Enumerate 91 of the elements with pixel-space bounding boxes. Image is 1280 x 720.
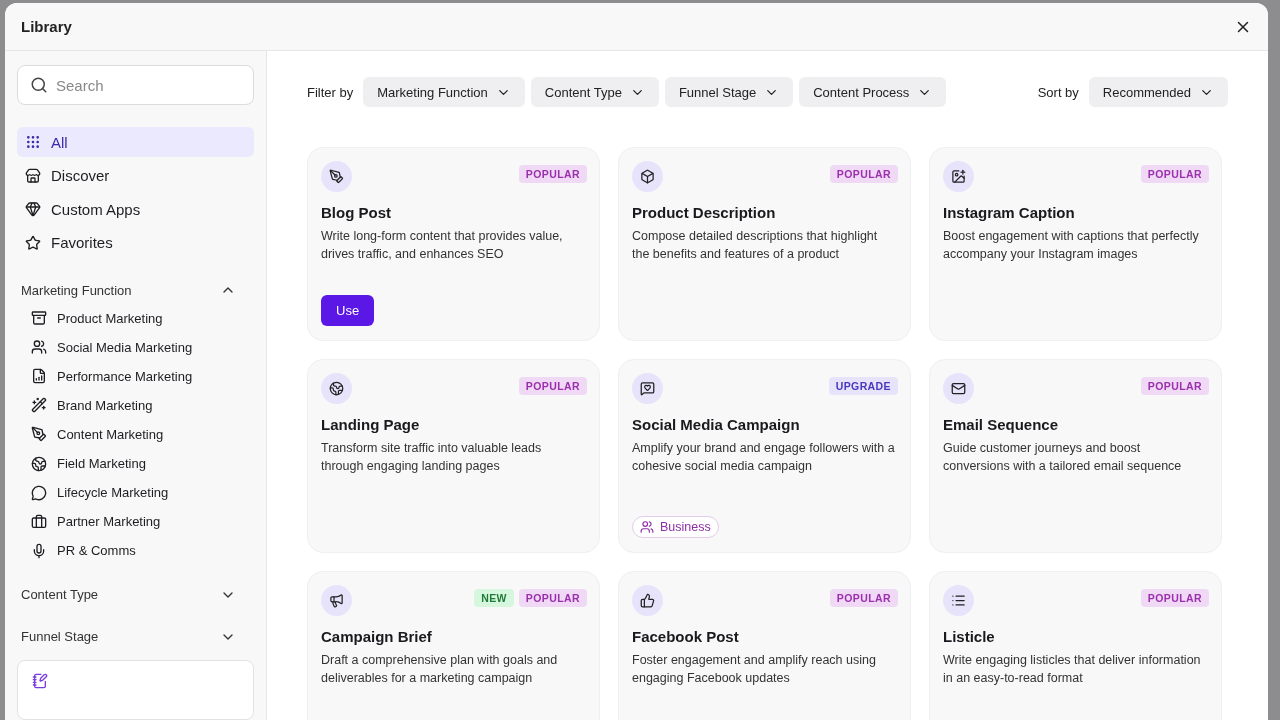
- wand-icon: [31, 397, 47, 414]
- template-card[interactable]: POPULAR Listicle Write engaging listicles that deliver information in an easy-to-read format: [929, 571, 1222, 720]
- search-field[interactable]: Search: [17, 65, 254, 105]
- users-icon: [640, 520, 654, 534]
- card-title: Facebook Post: [632, 628, 740, 645]
- status-badge: UPGRADE: [828, 377, 898, 395]
- template-card[interactable]: POPULAR Product Description Compose detailed descriptions that highlight the benefits and features of a product: [618, 147, 911, 341]
- card-description: Boost engagement with captions that perfectly accompany your Instagram images: [943, 228, 1200, 263]
- status-badge: POPULAR: [1140, 589, 1209, 607]
- sidebar-nav-item[interactable]: Custom Apps: [17, 194, 254, 225]
- card-description: Amplify your brand and engage followers with a cohesive social media campaign: [632, 440, 896, 475]
- status-badge: POPULAR: [518, 377, 587, 395]
- archive-icon: [31, 310, 47, 327]
- card-title: Email Sequence: [943, 416, 1060, 433]
- card-description: Guide customer journeys and boost conversions with a tailored email sequence: [943, 440, 1183, 475]
- filter-dropdown[interactable]: Marketing Function: [363, 77, 525, 107]
- section-header[interactable]: Funnel Stage: [17, 623, 254, 651]
- sidebar-item[interactable]: Content Marketing: [17, 419, 254, 450]
- notebook-icon: [32, 673, 48, 690]
- status-badge: NEW: [474, 589, 514, 607]
- gem-icon: [25, 201, 41, 218]
- card-title: Product Description: [632, 204, 777, 221]
- sidebar-item[interactable]: Performance Marketing: [17, 361, 254, 391]
- card-description: Draft a comprehensive plan with goals and deliverables for a marketing campaign: [321, 652, 559, 687]
- sort-label: Sort by: [1037, 84, 1079, 100]
- search-icon: [30, 76, 48, 94]
- users-icon: [31, 339, 47, 356]
- use-button[interactable]: Use: [321, 295, 375, 326]
- briefcase-icon: [31, 513, 47, 530]
- card-description: Compose detailed descriptions that highlight the benefits and features of a product: [632, 228, 879, 263]
- card-description: Write engaging listicles that deliver information in an easy-to-read format: [943, 652, 1202, 687]
- template-card[interactable]: POPULAR Facebook Post Foster engagement and amplify reach using engaging Facebook updates: [618, 571, 911, 720]
- sort-dropdown[interactable]: Recommended: [1088, 77, 1228, 107]
- mail-icon: [943, 373, 974, 404]
- sidebar-item[interactable]: Product Marketing: [17, 303, 254, 333]
- card-description: Foster engagement and amplify reach using engaging Facebook updates: [632, 652, 877, 687]
- card-description: Write long-form content that provides value, drives traffic, and enhances SEO: [321, 228, 564, 263]
- globe-icon: [321, 373, 352, 404]
- status-badge: POPULAR: [518, 589, 587, 607]
- chat-icon: [31, 484, 47, 501]
- filter-dropdown[interactable]: Content Process: [799, 77, 947, 107]
- megaphone-icon: [321, 585, 352, 616]
- section-title: Content Type: [21, 587, 99, 603]
- microphone-icon: [31, 542, 47, 559]
- template-card[interactable]: POPULAR Email Sequence Guide customer journeys and boost conversions with a tailored email sequence: [929, 359, 1222, 553]
- grid-icon: [25, 134, 41, 150]
- status-badge: POPULAR: [1140, 165, 1209, 183]
- card-title: Blog Post: [321, 204, 392, 221]
- card-title: Campaign Brief: [321, 628, 433, 645]
- chart-file-icon: [31, 368, 47, 385]
- pen-icon: [31, 426, 47, 443]
- template-card[interactable]: POPULAR Blog Post Write long-form content that provides value, drives traffic, and enhances SEO Use: [307, 147, 600, 341]
- sidebar-nav-item[interactable]: Discover: [17, 160, 254, 191]
- status-badge: POPULAR: [829, 589, 898, 607]
- sidebar-item[interactable]: Field Marketing: [17, 449, 254, 479]
- pen-icon: [321, 161, 352, 192]
- star-icon: [25, 234, 41, 251]
- card-title: Instagram Caption: [943, 204, 1076, 221]
- template-card[interactable]: NEW POPULAR Campaign Brief Draft a comprehensive plan with goals and deliverables for a marketing campaign: [307, 571, 600, 720]
- store-icon: [25, 167, 41, 184]
- template-card[interactable]: POPULAR Instagram Caption Boost engagement with captions that perfectly accompany your Instagram images: [929, 147, 1222, 341]
- box-icon: [632, 161, 663, 192]
- status-badge: POPULAR: [1140, 377, 1209, 395]
- sidebar-item[interactable]: Social Media Marketing: [17, 332, 254, 362]
- thumbs-up-icon: [632, 585, 663, 616]
- section-header[interactable]: Marketing Function: [17, 277, 254, 304]
- window-title: Library: [21, 18, 72, 35]
- sidebar-item[interactable]: PR & Comms: [17, 536, 254, 566]
- card-title: Landing Page: [321, 416, 421, 433]
- section-title: Funnel Stage: [21, 629, 99, 645]
- card-title: Listicle: [943, 628, 996, 645]
- filter-dropdown[interactable]: Funnel Stage: [664, 77, 794, 107]
- filter-dropdown[interactable]: Content Type: [530, 77, 659, 107]
- section-header[interactable]: Content Type: [17, 581, 254, 608]
- sidebar-item[interactable]: Partner Marketing: [17, 507, 254, 537]
- sidebar-item[interactable]: Brand Marketing: [17, 390, 254, 420]
- list-icon: [943, 585, 974, 616]
- sidebar-nav-item[interactable]: Favorites: [17, 227, 254, 258]
- image-plus-icon: [943, 161, 974, 192]
- status-badge: POPULAR: [518, 165, 587, 183]
- filter-label: Filter by: [307, 84, 354, 100]
- card-title: Social Media Campaign: [632, 416, 801, 433]
- plan-tag: Business: [632, 516, 719, 538]
- card-description: Transform site traffic into valuable leads through engaging landing pages: [321, 440, 543, 475]
- section-title: Marketing Function: [21, 282, 132, 298]
- globe-icon: [31, 455, 47, 472]
- status-badge: POPULAR: [829, 165, 898, 183]
- sidebar-nav-item[interactable]: All: [17, 127, 254, 158]
- template-card[interactable]: UPGRADE Social Media Campaign Amplify your brand and engage followers with a cohesive social media campaign Business: [618, 359, 911, 553]
- sidebar-item[interactable]: Lifecycle Marketing: [17, 478, 254, 508]
- template-card[interactable]: POPULAR Landing Page Transform site traffic into valuable leads through engaging landing pages: [307, 359, 600, 553]
